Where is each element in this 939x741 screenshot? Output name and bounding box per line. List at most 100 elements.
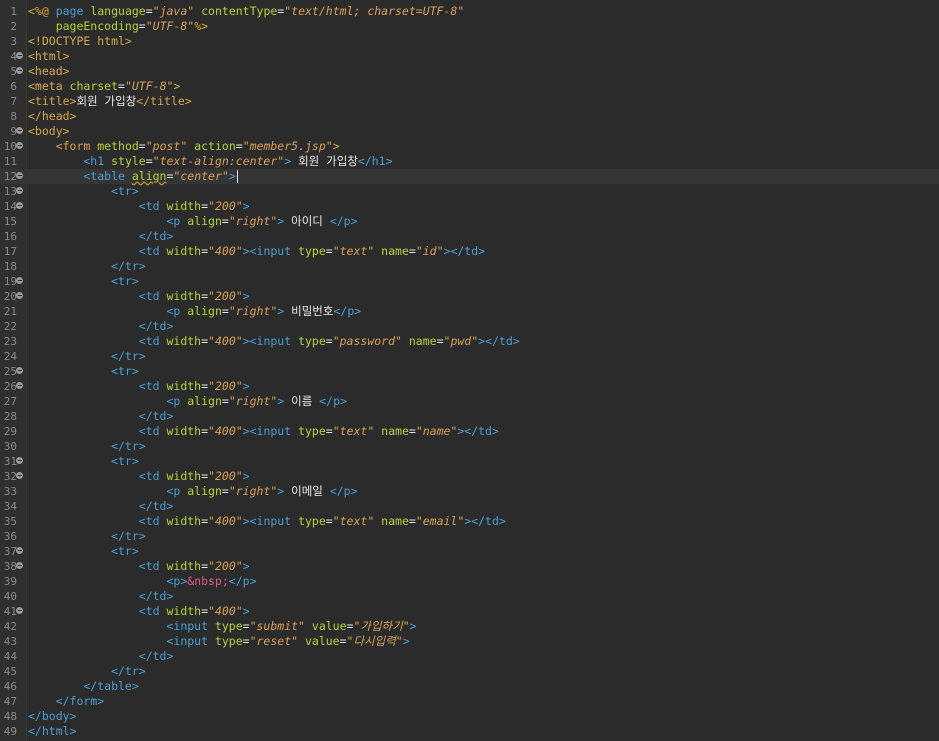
code-line[interactable]: 33 <p align="right"> 이메일 </p> [0,484,939,499]
code-line[interactable]: 21 <p align="right"> 비밀번호</p> [0,304,939,319]
fold-toggle-icon[interactable] [16,562,23,569]
fold-toggle-icon[interactable] [16,172,23,179]
fold-toggle-icon[interactable] [16,67,23,74]
line-code[interactable]: <form method="post" action="member5.jsp"… [28,139,340,154]
code-line[interactable]: 31 <tr> [0,454,939,469]
fold-toggle-icon[interactable] [16,187,23,194]
line-code[interactable]: <td width="200"> [28,469,250,484]
fold-toggle-icon[interactable] [16,127,23,134]
line-code[interactable]: </td> [28,319,174,334]
code-line[interactable]: 2 pageEncoding="UTF-8"%> [0,19,939,34]
code-line[interactable]: 35 <td width="400"><input type="text" na… [0,514,939,529]
line-code[interactable]: <p align="right"> 비밀번호</p> [28,304,361,319]
fold-toggle-icon[interactable] [16,142,23,149]
code-line[interactable]: 12 <table align="center"> [0,169,939,184]
code-line[interactable]: 5 <head> [0,64,939,79]
line-code[interactable]: <title>회원 가입창</title> [28,94,192,109]
line-code[interactable]: <td width="200"> [28,199,250,214]
line-code[interactable]: </td> [28,229,174,244]
line-code[interactable]: </html> [28,724,76,739]
code-line[interactable]: 3 <!DOCTYPE html> [0,34,939,49]
code-line[interactable]: 44 </td> [0,649,939,664]
line-code[interactable]: <head> [28,64,70,79]
line-code[interactable]: <!DOCTYPE html> [28,34,132,49]
fold-toggle-icon[interactable] [16,292,23,299]
fold-toggle-icon[interactable] [16,547,23,554]
line-code[interactable]: <tr> [28,184,139,199]
line-code[interactable]: <p align="right"> 이메일 </p> [28,484,357,499]
line-code[interactable]: </tr> [28,349,146,364]
code-editor[interactable]: 1 <%@ page language="java" contentType="t… [0,0,939,741]
line-code[interactable]: <p align="right"> 아이디 </p> [28,214,357,229]
line-code[interactable]: <%@ page language="java" contentType="te… [28,4,464,19]
code-line[interactable]: 20 <td width="200"> [0,289,939,304]
code-line[interactable]: 41 <td width="400"> [0,604,939,619]
code-line[interactable]: 22 </td> [0,319,939,334]
line-code[interactable]: </table> [28,679,138,694]
code-line[interactable]: 16 </td> [0,229,939,244]
code-line[interactable]: 46 </table> [0,679,939,694]
fold-toggle-icon[interactable] [16,607,23,614]
code-line[interactable]: 15 <p align="right"> 아이디 </p> [0,214,939,229]
code-line[interactable]: 32 <td width="200"> [0,469,939,484]
code-line[interactable]: 37 <tr> [0,544,939,559]
line-code[interactable]: <p>&nbsp;</p> [28,574,256,589]
line-code[interactable]: </td> [28,499,174,514]
line-code[interactable]: <h1 style="text-align:center"> 회원 가입창</h… [28,154,392,169]
line-code[interactable]: <td width="200"> [28,559,250,574]
fold-toggle-icon[interactable] [16,202,23,209]
code-lines[interactable]: 1 <%@ page language="java" contentType="t… [0,4,939,739]
line-code[interactable]: </body> [28,709,76,724]
line-code[interactable]: <td width="400"><input type="password" n… [28,334,520,349]
line-code[interactable]: <table align="center"> [28,169,238,184]
code-line[interactable]: 28 </td> [0,409,939,424]
fold-toggle-icon[interactable] [16,367,23,374]
code-line[interactable]: 30 </tr> [0,439,939,454]
line-code[interactable]: <input type="reset" value="다시입력"> [28,634,409,649]
code-line[interactable]: 45 </tr> [0,664,939,679]
code-line[interactable]: 49 </html> [0,724,939,739]
code-line[interactable]: 6 <meta charset="UTF-8"> [0,79,939,94]
code-line[interactable]: 38 <td width="200"> [0,559,939,574]
code-line[interactable]: 14 <td width="200"> [0,199,939,214]
line-code[interactable]: <td width="400"><input type="text" name=… [28,424,499,439]
code-line[interactable]: 26 <td width="200"> [0,379,939,394]
code-line[interactable]: 36 </tr> [0,529,939,544]
code-line[interactable]: 48 </body> [0,709,939,724]
line-code[interactable]: </tr> [28,529,146,544]
code-line[interactable]: 10 <form method="post" action="member5.j… [0,139,939,154]
fold-toggle-icon[interactable] [16,52,23,59]
code-line[interactable]: 47 </form> [0,694,939,709]
line-code[interactable]: <td width="400"> [28,604,250,619]
line-code[interactable]: <body> [28,124,70,139]
code-line[interactable]: 19 <tr> [0,274,939,289]
line-code[interactable]: <meta charset="UTF-8"> [28,79,180,94]
line-code[interactable]: </td> [28,589,174,604]
line-code[interactable]: </td> [28,649,174,664]
line-code[interactable]: <tr> [28,364,139,379]
line-code[interactable]: <tr> [28,454,139,469]
line-code[interactable]: </td> [28,409,174,424]
code-line[interactable]: 40 </td> [0,589,939,604]
code-line[interactable]: 34 </td> [0,499,939,514]
code-line[interactable]: 29 <td width="400"><input type="text" na… [0,424,939,439]
code-line[interactable]: 25 <tr> [0,364,939,379]
line-code[interactable]: <tr> [28,274,139,289]
fold-toggle-icon[interactable] [16,277,23,284]
fold-toggle-icon[interactable] [16,472,23,479]
code-line[interactable]: 13 <tr> [0,184,939,199]
line-code[interactable]: <p align="right"> 이름 </p> [28,394,346,409]
code-line[interactable]: 17 <td width="400"><input type="text" na… [0,244,939,259]
fold-toggle-icon[interactable] [16,382,23,389]
code-line[interactable]: 7 <title>회원 가입창</title> [0,94,939,109]
code-line[interactable]: 27 <p align="right"> 이름 </p> [0,394,939,409]
line-code[interactable]: </tr> [28,664,146,679]
code-line[interactable]: 18 </tr> [0,259,939,274]
line-code[interactable]: <td width="200"> [28,379,250,394]
line-code[interactable]: <tr> [28,544,139,559]
line-code[interactable]: </form> [28,694,104,709]
code-line[interactable]: 39 <p>&nbsp;</p> [0,574,939,589]
line-code[interactable]: </tr> [28,259,146,274]
line-code[interactable]: <td width="400"><input type="text" name=… [28,244,485,259]
line-code[interactable]: <td width="200"> [28,289,250,304]
